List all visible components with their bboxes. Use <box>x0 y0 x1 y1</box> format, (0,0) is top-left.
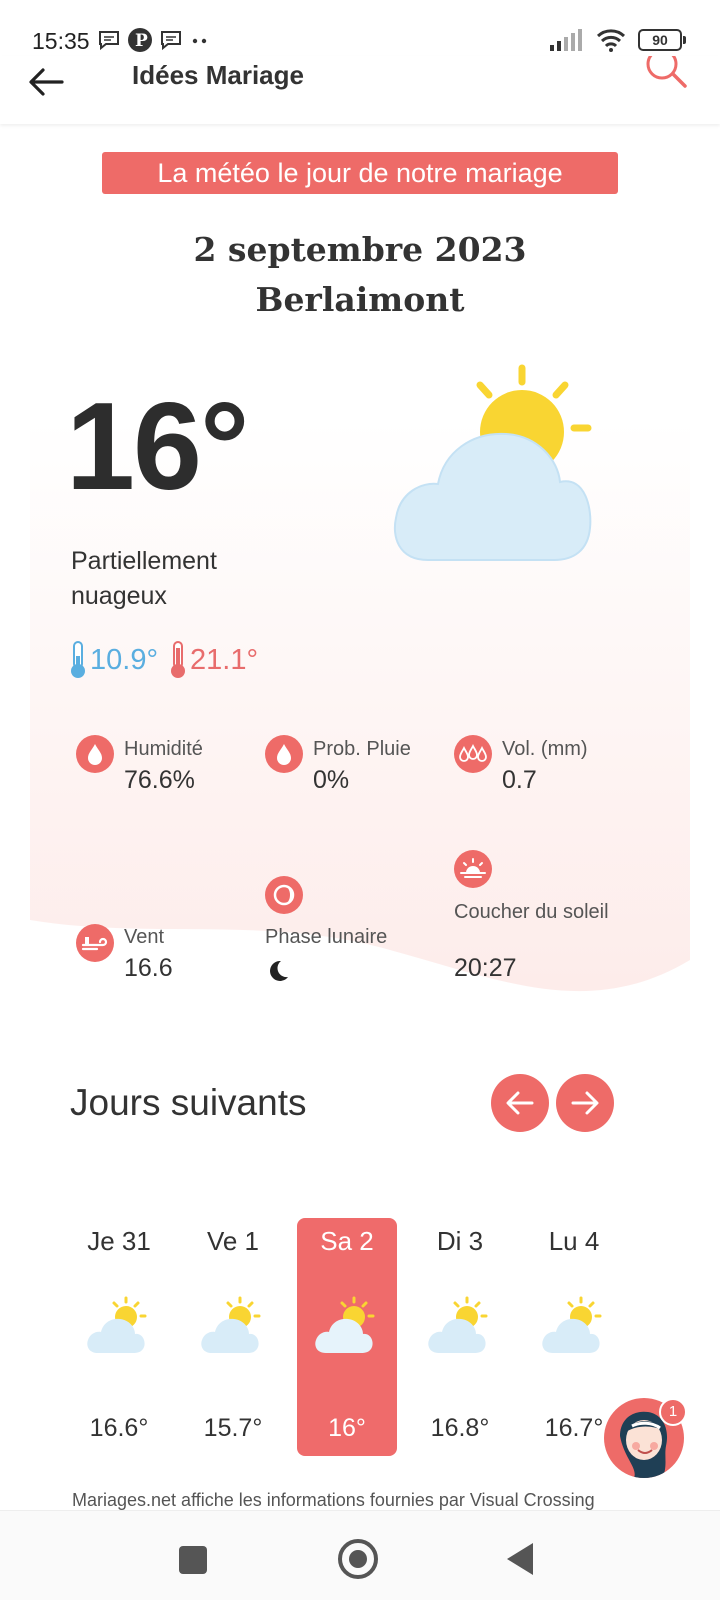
moon-phase-icon <box>265 876 303 914</box>
wind-icon <box>76 924 114 962</box>
max-temperature: 21.1° <box>190 643 259 676</box>
data-source-note: Mariages.net affiche les informations fo… <box>72 1490 595 1510</box>
page-title: Idées Mariage <box>132 60 304 90</box>
next-days-button[interactable] <box>556 1074 614 1132</box>
notification-badge: 1 <box>659 1398 687 1426</box>
partly-cloudy-icon <box>542 1296 602 1353</box>
partly-cloudy-icon <box>201 1296 261 1353</box>
day-temperature: 15.7° <box>203 1414 263 1442</box>
day-card-sa-2-selected[interactable]: Sa 2 16° <box>297 1218 397 1456</box>
battery-icon: 90 <box>638 29 686 51</box>
day-temperature: 16.6° <box>89 1414 149 1442</box>
wifi-icon <box>596 29 626 52</box>
wind-label: Vent <box>124 926 165 948</box>
rain-probability-value: 0% <box>313 766 350 794</box>
system-status-icons: 90 <box>550 28 686 52</box>
system-navigation-bar <box>0 1510 720 1600</box>
day-temperature: 16.8° <box>430 1414 490 1442</box>
thermometer-cold-icon <box>71 641 85 678</box>
day-card-ve-1[interactable]: Ve 1 15.7° <box>183 1218 283 1456</box>
day-name: Sa 2 <box>320 1226 374 1256</box>
partly-cloudy-icon <box>393 364 592 561</box>
current-temperature: 16° <box>66 378 250 516</box>
condition-text: Partiellement nuageux <box>71 547 217 610</box>
moon-phase-label: Phase lunaire <box>265 926 388 948</box>
chat-bubble-icon <box>161 31 181 51</box>
wedding-date: 2 septembre 2023 <box>193 230 527 269</box>
partly-cloudy-icon <box>315 1296 375 1353</box>
signal-icon <box>550 29 582 51</box>
day-temperature: 16° <box>328 1414 366 1442</box>
min-max-temperatures: 10.9° 21.1° <box>66 640 258 680</box>
search-icon <box>646 48 687 88</box>
previous-days-button[interactable] <box>491 1074 549 1132</box>
day-name: Di 3 <box>436 1226 484 1256</box>
wedding-weather-banner: La météo le jour de notre mariage <box>102 152 618 194</box>
status-time: 15:35 <box>32 28 90 54</box>
humidity-label: Humidité <box>124 738 203 760</box>
rain-volume-label: Vol. (mm) <box>502 738 588 760</box>
sunset-icon <box>454 850 492 888</box>
chat-bubble-icon <box>99 31 119 51</box>
arrow-right-icon <box>571 1091 599 1115</box>
status-bar: 15:35 P 90 <box>0 0 720 56</box>
wind-value: 16.6 <box>124 954 173 982</box>
notification-icons: P <box>97 27 211 53</box>
svg-text:P: P <box>135 31 148 51</box>
min-temperature: 10.9° <box>90 643 159 676</box>
crescent-moon-icon <box>270 960 288 981</box>
p-app-icon: P <box>128 28 152 52</box>
day-card-je-31[interactable]: Je 31 16.6° <box>69 1218 169 1456</box>
next-days-title: Jours suivants <box>70 1082 307 1123</box>
sunset-value: 20:27 <box>454 954 517 982</box>
wedding-place: Berlaimont <box>255 280 465 319</box>
raindrops-icon <box>454 735 492 773</box>
arrow-left-icon <box>29 68 64 96</box>
rain-probability-label: Prob. Pluie <box>313 738 411 760</box>
home-button[interactable] <box>338 1539 378 1579</box>
partly-cloudy-icon <box>87 1296 147 1353</box>
system-back-button[interactable] <box>507 1543 533 1575</box>
day-name: Lu 4 <box>548 1226 600 1256</box>
day-card-di-3[interactable]: Di 3 16.8° <box>410 1218 510 1456</box>
recent-apps-button[interactable] <box>179 1546 207 1574</box>
partly-cloudy-icon <box>428 1296 488 1353</box>
drop-icon <box>265 735 303 773</box>
arrow-left-icon <box>506 1091 534 1115</box>
sunset-label: Coucher du soleil <box>454 901 609 923</box>
back-button[interactable] <box>24 60 68 104</box>
humidity-value: 76.6% <box>124 766 195 794</box>
day-name: Ve 1 <box>206 1226 260 1256</box>
thermometer-hot-icon <box>171 641 186 678</box>
day-name: Je 31 <box>87 1226 151 1256</box>
app-header: Idées Mariage <box>0 48 720 124</box>
more-dots-icon <box>192 38 207 44</box>
rain-volume-value: 0.7 <box>502 766 537 794</box>
drop-icon <box>76 735 114 773</box>
search-button[interactable] <box>640 48 690 100</box>
